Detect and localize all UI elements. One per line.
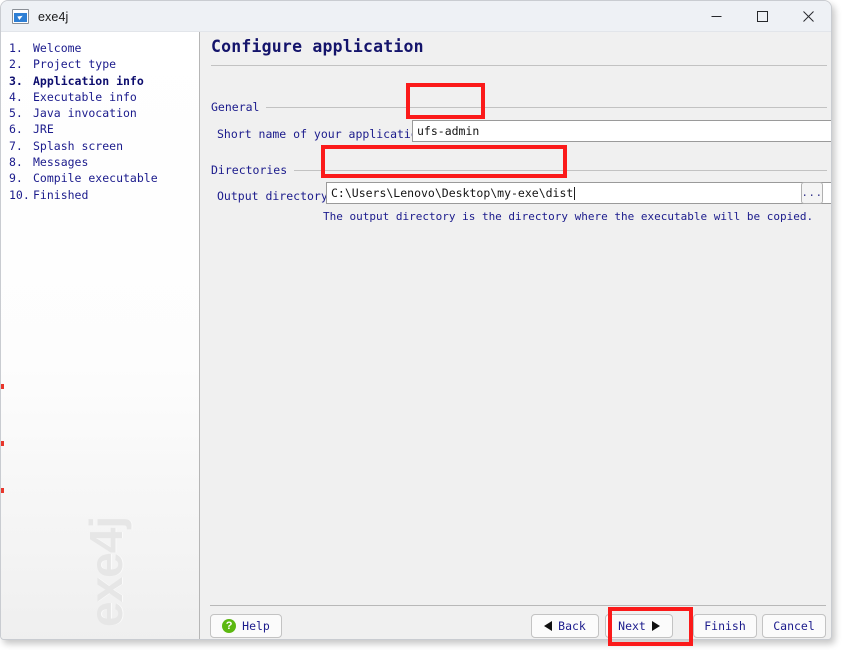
close-button[interactable] bbox=[785, 1, 831, 32]
sidebar-item-splash-screen[interactable]: 7. Splash screen bbox=[1, 138, 199, 154]
cancel-button-label: Cancel bbox=[773, 619, 815, 633]
sidebar-item-project-type[interactable]: 2. Project type bbox=[1, 56, 199, 72]
step-number: 10. bbox=[9, 187, 30, 202]
maximize-button[interactable] bbox=[739, 1, 785, 32]
output-directory-input[interactable]: C:\Users\Lenovo\Desktop\my-exe\dist bbox=[326, 182, 831, 204]
back-button[interactable]: Back bbox=[531, 614, 599, 638]
step-label: Messages bbox=[33, 155, 89, 170]
group-header-general: General bbox=[211, 100, 827, 114]
output-directory-value: C:\Users\Lenovo\Desktop\my-exe\dist bbox=[331, 186, 574, 200]
page-title: Configure application bbox=[211, 37, 424, 56]
step-label: Project type bbox=[33, 57, 117, 72]
edge-annotation-mark bbox=[1, 384, 4, 389]
titlebar-left-group: exe4j bbox=[12, 1, 68, 32]
sidebar-item-jre[interactable]: 6. JRE bbox=[1, 121, 199, 137]
cancel-button[interactable]: Cancel bbox=[762, 614, 826, 638]
step-label: Application info bbox=[33, 73, 144, 88]
triangle-right-icon bbox=[651, 621, 660, 631]
group-divider-general bbox=[266, 106, 827, 108]
step-number: 2. bbox=[9, 57, 23, 72]
group-label-general: General bbox=[211, 100, 260, 114]
group-label-directories: Directories bbox=[211, 163, 288, 177]
short-name-input[interactable]: ufs-admin bbox=[412, 120, 831, 142]
step-number: 6. bbox=[9, 122, 23, 137]
step-number: 7. bbox=[9, 138, 23, 153]
step-number: 9. bbox=[9, 171, 23, 186]
sidebar-item-java-invocation[interactable]: 5. Java invocation bbox=[1, 105, 199, 121]
button-bar-divider bbox=[210, 605, 826, 606]
group-divider-directories bbox=[294, 169, 827, 171]
wizard-step-sidebar: 1. Welcome 2. Project type 3. Applicatio… bbox=[1, 32, 200, 639]
edge-annotation-mark bbox=[1, 441, 4, 446]
window-titlebar: exe4j bbox=[1, 1, 831, 32]
sidebar-item-messages[interactable]: 8. Messages bbox=[1, 154, 199, 170]
short-name-value: ufs-admin bbox=[417, 124, 480, 138]
next-button-label: Next bbox=[618, 619, 646, 633]
step-number: 3. bbox=[9, 73, 23, 88]
minimize-button[interactable] bbox=[693, 1, 739, 32]
step-label: Welcome bbox=[33, 41, 82, 55]
help-question-icon: ? bbox=[222, 619, 237, 633]
sidebar-item-finished[interactable]: 10. Finished bbox=[1, 187, 199, 203]
window-title: exe4j bbox=[38, 9, 69, 24]
sidebar-item-compile-executable[interactable]: 9. Compile executable bbox=[1, 170, 199, 186]
help-button[interactable]: ? Help bbox=[210, 614, 282, 638]
wizard-step-list: 1. Welcome 2. Project type 3. Applicatio… bbox=[1, 40, 199, 203]
triangle-left-icon bbox=[544, 621, 553, 631]
output-directory-hint: The output directory is the directory wh… bbox=[323, 210, 814, 223]
exe4j-app-icon bbox=[12, 9, 29, 24]
step-label: Finished bbox=[33, 187, 89, 202]
page-title-divider bbox=[211, 65, 827, 66]
configure-application-panel: Configure application General Short name… bbox=[201, 32, 831, 639]
window-content: 1. Welcome 2. Project type 3. Applicatio… bbox=[1, 32, 831, 639]
step-label: Splash screen bbox=[33, 138, 124, 153]
step-number: 4. bbox=[9, 89, 23, 104]
help-button-label: Help bbox=[242, 619, 270, 633]
sidebar-item-welcome[interactable]: 1. Welcome bbox=[1, 40, 199, 56]
short-name-label: Short name of your application: bbox=[217, 127, 432, 141]
text-caret bbox=[574, 186, 576, 200]
group-header-directories: Directories bbox=[211, 163, 827, 177]
sidebar-item-executable-info[interactable]: 4. Executable info bbox=[1, 89, 199, 105]
next-button[interactable]: Next bbox=[605, 614, 673, 638]
finish-button-label: Finish bbox=[704, 619, 746, 633]
exe4j-watermark: exe4j bbox=[80, 516, 132, 627]
step-label: JRE bbox=[33, 122, 54, 137]
output-directory-label: Output directory bbox=[217, 189, 328, 203]
step-label: Compile executable bbox=[33, 171, 158, 186]
step-number: 8. bbox=[9, 155, 23, 170]
finish-button[interactable]: Finish bbox=[693, 614, 757, 638]
step-number: 1. bbox=[9, 41, 23, 55]
browse-directory-button[interactable]: ... bbox=[801, 182, 823, 204]
exe4j-wizard-window: exe4j 1. Welcome 2. Project type 3. Appl… bbox=[0, 0, 832, 640]
step-label: Executable info bbox=[33, 89, 137, 104]
step-number: 5. bbox=[9, 106, 23, 121]
edge-annotation-mark bbox=[1, 488, 4, 493]
step-label: Java invocation bbox=[33, 106, 137, 121]
sidebar-item-application-info[interactable]: 3. Application info bbox=[1, 73, 199, 89]
back-button-label: Back bbox=[558, 619, 586, 633]
